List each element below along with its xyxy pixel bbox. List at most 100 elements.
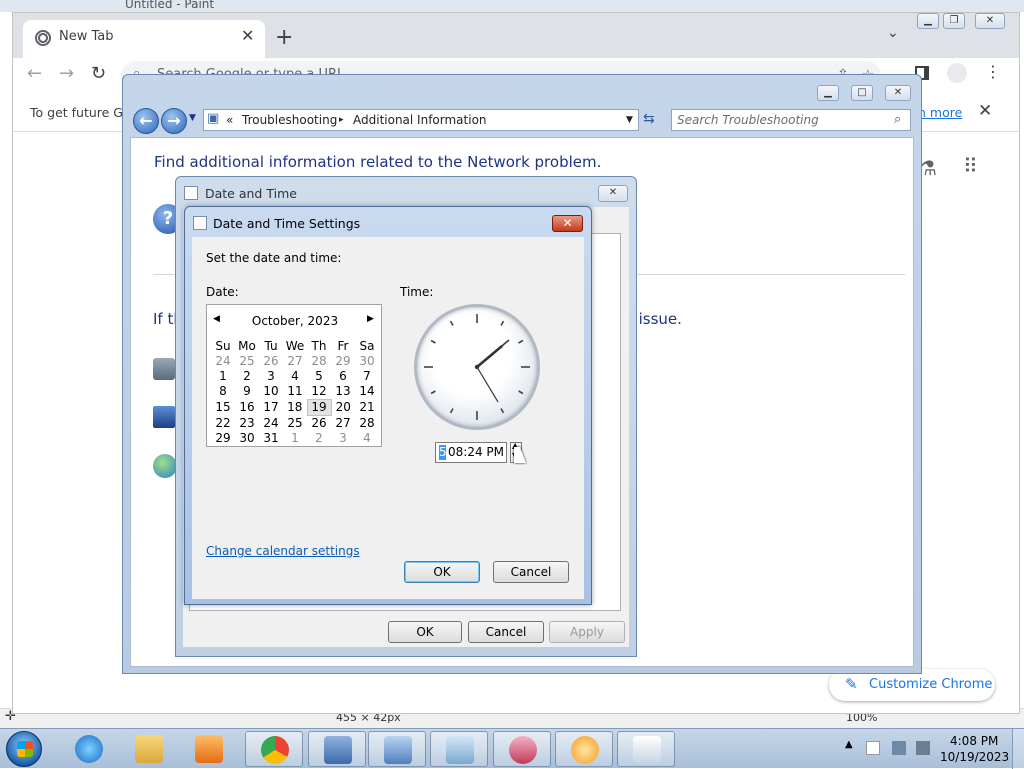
- ts-search-input[interactable]: Search Troubleshooting ⌕: [671, 109, 911, 131]
- calendar-day[interactable]: 23: [235, 416, 259, 432]
- calendar-day[interactable]: 2: [235, 369, 259, 384]
- chrome-menu-icon[interactable]: ⋮: [985, 62, 1001, 81]
- calendar-day[interactable]: 3: [259, 369, 283, 384]
- calendar-day[interactable]: 18: [283, 400, 307, 416]
- calendar-day[interactable]: 1: [211, 369, 235, 384]
- infobar-learn-more-link[interactable]: n more: [918, 105, 962, 120]
- taskbar-chrome[interactable]: [245, 731, 303, 767]
- calendar-day[interactable]: 4: [283, 369, 307, 384]
- calendar-day[interactable]: 6: [331, 369, 355, 384]
- calendar-day[interactable]: 27: [331, 416, 355, 432]
- taskbar-internet-explorer[interactable]: [60, 731, 118, 767]
- calendar-day[interactable]: 14: [355, 384, 379, 400]
- chrome-tab-new-tab[interactable]: New Tab ✕: [23, 20, 265, 58]
- calendar-day[interactable]: 22: [211, 416, 235, 432]
- tray-clock-date[interactable]: 10/19/2023: [940, 750, 1009, 764]
- show-desktop-button[interactable]: [1012, 729, 1024, 769]
- forward-arrow-icon[interactable]: →: [59, 63, 74, 84]
- ts-maximize-icon[interactable]: □: [851, 85, 873, 101]
- calendar-day[interactable]: 31: [259, 431, 283, 446]
- date-and-time-close-icon[interactable]: ✕: [598, 185, 628, 202]
- calendar-day[interactable]: 7: [355, 369, 379, 384]
- refresh-icon[interactable]: ⇆: [643, 111, 655, 127]
- calendar-month-title[interactable]: October, 2023: [207, 314, 383, 328]
- calendar-day[interactable]: 11: [283, 384, 307, 400]
- tab-close-icon[interactable]: ✕: [241, 26, 254, 45]
- reload-icon[interactable]: ↻: [91, 63, 106, 84]
- calendar-day[interactable]: 4: [355, 431, 379, 446]
- calendar-day[interactable]: 16: [235, 400, 259, 416]
- profile-avatar-icon[interactable]: [947, 63, 967, 83]
- taskbar-troubleshooting[interactable]: [368, 731, 426, 767]
- apps-grid-icon[interactable]: ⠿: [963, 154, 978, 178]
- ts-address-bar[interactable]: ▣ « Troubleshooting ▸ Additional Informa…: [203, 109, 639, 131]
- time-input[interactable]: 5 08:24 PM: [435, 442, 507, 463]
- taskbar-explorer[interactable]: [120, 731, 178, 767]
- calendar-day[interactable]: 2: [307, 431, 331, 446]
- time-input-selected-segment[interactable]: 5: [439, 445, 447, 460]
- calendar-day[interactable]: 15: [211, 400, 235, 416]
- calendar-day[interactable]: 29: [211, 431, 235, 446]
- settings-close-icon[interactable]: ✕: [552, 215, 583, 232]
- calendar-day[interactable]: 1: [283, 431, 307, 446]
- action-center-flag-icon[interactable]: [866, 741, 880, 755]
- ts-search-icon[interactable]: ⌕: [894, 112, 901, 127]
- close-icon[interactable]: ✕: [975, 13, 1005, 29]
- calendar-day[interactable]: 26: [307, 416, 331, 432]
- tray-clock-time[interactable]: 4:08 PM: [950, 734, 998, 748]
- ts-history-chevron-icon[interactable]: ▼: [189, 113, 196, 123]
- calendar-day[interactable]: 27: [283, 354, 307, 369]
- taskbar-snipping-tool[interactable]: [493, 731, 551, 767]
- calendar-day[interactable]: 26: [259, 354, 283, 369]
- show-hidden-icons-arrow[interactable]: ▲: [845, 739, 853, 750]
- calendar-day[interactable]: 30: [235, 431, 259, 446]
- ts-breadcrumb-chevron[interactable]: «: [226, 113, 233, 127]
- ts-breadcrumb-separator[interactable]: ▸: [339, 115, 344, 125]
- calendar-day[interactable]: 24: [211, 354, 235, 369]
- calendar-day[interactable]: 9: [235, 384, 259, 400]
- date-and-time-cancel-button[interactable]: Cancel: [468, 621, 544, 643]
- start-button[interactable]: [6, 731, 42, 767]
- calendar-day[interactable]: 25: [283, 416, 307, 432]
- date-and-time-apply-button[interactable]: Apply: [549, 621, 625, 643]
- calendar-day[interactable]: 30: [355, 354, 379, 369]
- calendar-day[interactable]: 29: [331, 354, 355, 369]
- taskbar-paint[interactable]: [555, 731, 613, 767]
- network-tray-icon[interactable]: [892, 741, 906, 755]
- infobar-close-icon[interactable]: ✕: [978, 101, 992, 121]
- calendar-day[interactable]: 28: [307, 354, 331, 369]
- calendar-day[interactable]: 24: [259, 416, 283, 432]
- restore-icon[interactable]: ❐: [943, 13, 965, 29]
- calendar-day[interactable]: 13: [331, 384, 355, 400]
- taskbar-control-panel[interactable]: [308, 731, 366, 767]
- calendar-day[interactable]: 21: [355, 400, 379, 416]
- calendar-day[interactable]: 20: [331, 400, 355, 416]
- settings-ok-button[interactable]: OK: [404, 561, 480, 583]
- taskbar-notepad[interactable]: [430, 731, 488, 767]
- calendar-day[interactable]: 12: [307, 384, 331, 400]
- ts-breadcrumb-troubleshooting[interactable]: Troubleshooting: [242, 113, 337, 127]
- ts-breadcrumb-additional-info[interactable]: Additional Information: [353, 113, 487, 127]
- taskbar-date-time[interactable]: [617, 731, 675, 767]
- taskbar-media-player[interactable]: [180, 731, 238, 767]
- calendar-day[interactable]: 19: [306, 399, 332, 416]
- change-calendar-settings-link[interactable]: Change calendar settings: [206, 544, 360, 558]
- calendar-day[interactable]: 17: [259, 400, 283, 416]
- new-tab-button[interactable]: +: [275, 25, 293, 50]
- calendar-next-month-icon[interactable]: ▶: [367, 314, 374, 324]
- tab-search-icon[interactable]: ⌄: [887, 25, 899, 41]
- ts-close-icon[interactable]: ✕: [885, 85, 911, 101]
- calendar-day[interactable]: 3: [331, 431, 355, 446]
- back-arrow-icon[interactable]: ←: [27, 63, 42, 84]
- calendar-day[interactable]: 5: [307, 369, 331, 384]
- minimize-icon[interactable]: ▁: [917, 13, 939, 29]
- volume-tray-icon[interactable]: [916, 741, 930, 755]
- calendar-day[interactable]: 25: [235, 354, 259, 369]
- date-and-time-ok-button[interactable]: OK: [388, 621, 462, 643]
- address-dropdown-icon[interactable]: ▼: [626, 115, 633, 125]
- calendar-day[interactable]: 8: [211, 384, 235, 400]
- ts-back-button[interactable]: ←: [133, 108, 159, 134]
- calendar-day[interactable]: 28: [355, 416, 379, 432]
- calendar-day[interactable]: 10: [259, 384, 283, 400]
- ts-forward-button[interactable]: →: [161, 108, 187, 134]
